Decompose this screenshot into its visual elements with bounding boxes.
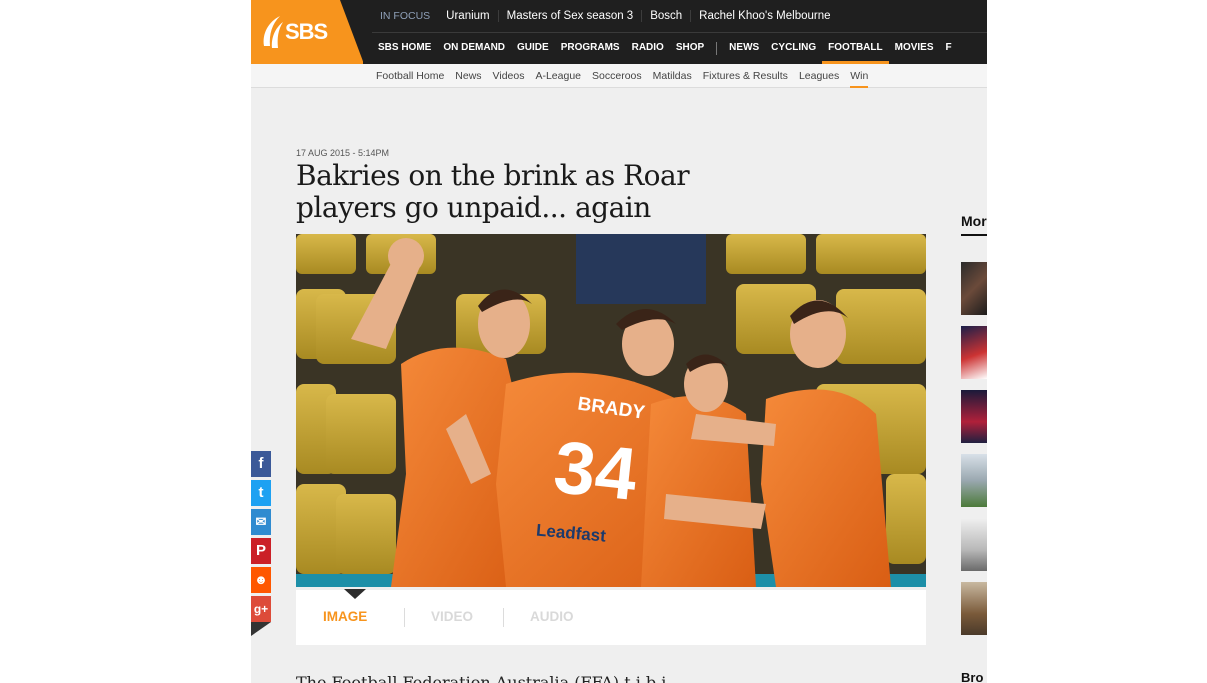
sidebar-thumbnail[interactable] xyxy=(961,390,987,443)
headline-line-2: players go unpaid... again xyxy=(296,191,651,224)
sidebar-heading: Mor xyxy=(961,213,987,229)
main-nav: SBS HOME ON DEMAND GUIDE PROGRAMS RADIO SHOP N… xyxy=(372,42,958,64)
tab-image[interactable]: IMAGE xyxy=(323,609,367,624)
subnav-leagues[interactable]: Leagues xyxy=(799,70,839,82)
subnav-a-league[interactable]: A-League xyxy=(535,70,581,82)
nav-item-football[interactable]: FOOTBALL xyxy=(822,42,890,64)
media-tabs: IMAGE VIDEO AUDIO xyxy=(296,589,926,645)
nav-item-shop[interactable]: SHOP xyxy=(670,42,710,62)
tab-audio[interactable]: AUDIO xyxy=(530,609,574,624)
in-focus-item[interactable]: Rachel Khoo's Melbourne xyxy=(690,10,838,22)
sidebar-thumbnail[interactable] xyxy=(961,518,987,571)
facebook-icon[interactable]: f xyxy=(251,451,271,477)
nav-item-programs[interactable]: PROGRAMS xyxy=(555,42,626,62)
nav-separator xyxy=(716,42,718,55)
nav-item-on-demand[interactable]: ON DEMAND xyxy=(437,42,511,62)
sidebar-thumbnail[interactable] xyxy=(961,262,987,315)
in-focus-item[interactable]: Uranium xyxy=(438,10,497,22)
nav-item-radio[interactable]: RADIO xyxy=(626,42,670,62)
headline-line-1: Bakries on the brink as Roar xyxy=(296,159,690,192)
sbs-logo-mark-icon xyxy=(263,16,283,48)
subnav-win[interactable]: Win xyxy=(850,70,869,88)
tab-divider xyxy=(503,608,504,627)
article-date: 17 AUG 2015 - 5:14PM xyxy=(296,148,390,158)
sidebar-thumbnail[interactable] xyxy=(961,582,987,635)
twitter-icon[interactable]: t xyxy=(251,480,271,506)
nav-item-cycling[interactable]: CYCLING xyxy=(765,42,822,62)
in-focus-item[interactable]: Masters of Sex season 3 xyxy=(497,10,642,22)
sidebar-heading-2: Bro xyxy=(961,670,984,683)
active-tab-pointer xyxy=(344,589,366,599)
article-headline: Bakries on the brink as Roar players go … xyxy=(296,160,816,224)
nav-item-movies[interactable]: MOVIES xyxy=(889,42,940,62)
logo-wedge xyxy=(340,0,363,64)
pinterest-icon[interactable]: P xyxy=(251,538,271,564)
article-photo[interactable]: BRADY 34 Leadfast xyxy=(296,234,926,587)
subnav-news[interactable]: News xyxy=(455,70,481,82)
google-plus-icon[interactable]: g+ xyxy=(251,596,271,622)
sbs-logo[interactable]: SBS xyxy=(251,0,363,64)
article-body: The Football Federation Australia (FFA) … xyxy=(296,673,667,683)
tab-divider xyxy=(404,608,405,627)
subnav-videos[interactable]: Videos xyxy=(493,70,525,82)
photo-illustration: BRADY 34 Leadfast xyxy=(296,234,926,587)
nav-item-news[interactable]: NEWS xyxy=(723,42,765,62)
header-divider xyxy=(372,32,987,33)
in-focus-item[interactable]: Bosch xyxy=(641,10,690,22)
sidebar-heading-underline xyxy=(961,234,987,236)
tab-video[interactable]: VIDEO xyxy=(431,609,473,624)
email-icon[interactable]: ✉ xyxy=(251,509,271,535)
nav-item-guide[interactable]: GUIDE xyxy=(511,42,555,62)
reddit-icon[interactable]: ☻ xyxy=(251,567,271,593)
football-sub-nav: Football Home News Videos A-League Socceroos… xyxy=(251,64,987,88)
in-focus-label: IN FOCUS xyxy=(380,10,431,22)
logo-text: SBS xyxy=(285,19,328,44)
nav-item-more[interactable]: F xyxy=(940,42,958,62)
subnav-socceroos[interactable]: Socceroos xyxy=(592,70,642,82)
subnav-fixtures-results[interactable]: Fixtures & Results xyxy=(703,70,788,82)
photo-shirt-number: 34 xyxy=(550,425,641,516)
sidebar-thumbnail[interactable] xyxy=(961,454,987,507)
sidebar-thumbnail[interactable] xyxy=(961,326,987,379)
subnav-football-home[interactable]: Football Home xyxy=(376,70,444,82)
share-bar-tail xyxy=(251,622,271,636)
top-header: SBS IN FOCUS Uranium Masters of Sex season… xyxy=(251,0,987,64)
in-focus-bar: IN FOCUS Uranium Masters of Sex season 3 Bo… xyxy=(372,10,839,28)
subnav-matildas[interactable]: Matildas xyxy=(653,70,692,82)
site-wrapper: SBS IN FOCUS Uranium Masters of Sex season… xyxy=(251,0,987,683)
nav-item-sbs-home[interactable]: SBS HOME xyxy=(372,42,437,62)
